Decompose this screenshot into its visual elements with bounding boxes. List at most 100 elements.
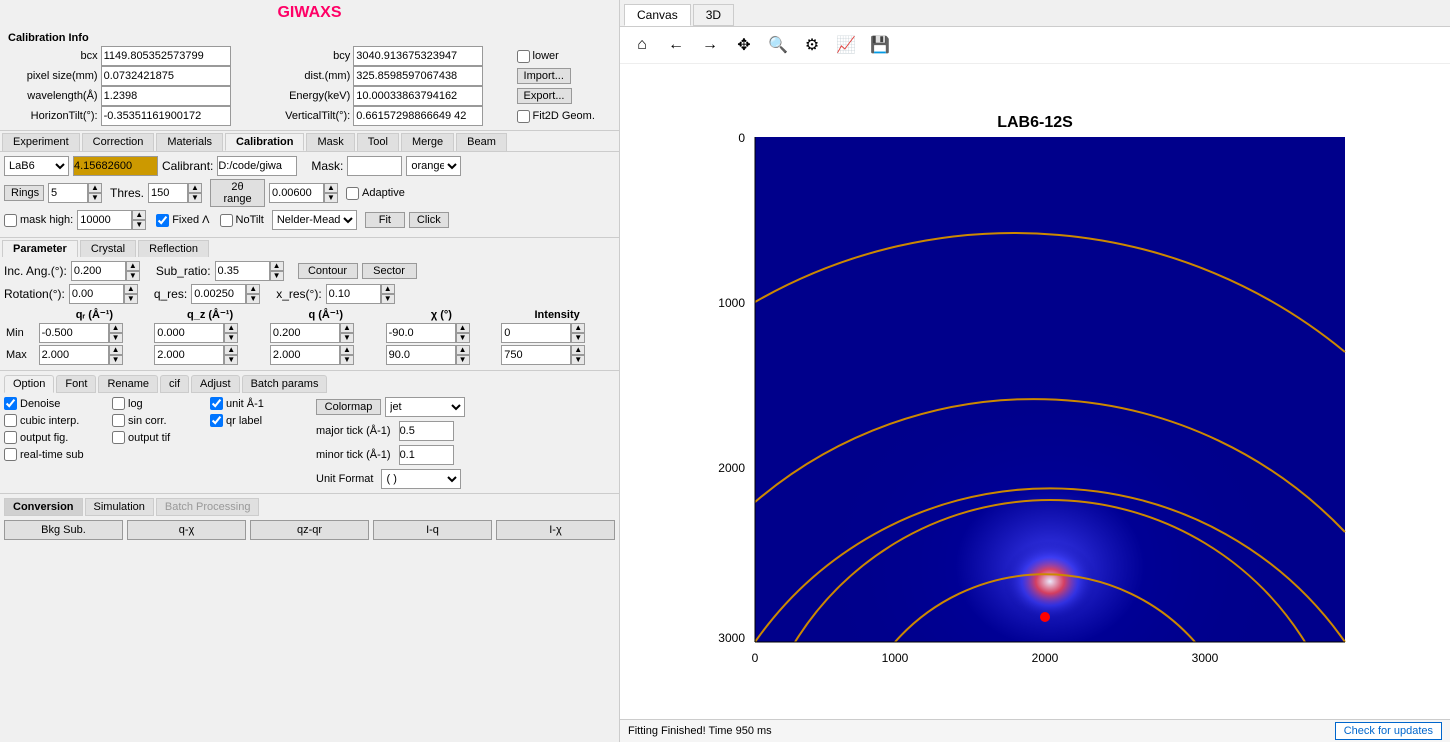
intmin-up[interactable]: ▲ xyxy=(571,323,585,333)
chimax-dn[interactable]: ▼ xyxy=(456,355,470,365)
mask-high-input[interactable] xyxy=(77,210,132,230)
vertical-tilt-input[interactable] xyxy=(353,106,483,126)
tab-crystal[interactable]: Crystal xyxy=(80,240,136,257)
tab-rename[interactable]: Rename xyxy=(98,375,158,393)
home-button[interactable]: ⌂ xyxy=(628,31,656,59)
range-input[interactable] xyxy=(269,183,324,203)
pixel-size-input[interactable] xyxy=(101,66,231,86)
thres-input[interactable] xyxy=(148,183,188,203)
ia-up[interactable]: ▲ xyxy=(126,261,140,271)
qrmax-up[interactable]: ▲ xyxy=(109,345,123,355)
colormap-button[interactable]: Colormap xyxy=(316,399,381,415)
qzmax-dn[interactable]: ▼ xyxy=(224,355,238,365)
qr-up[interactable]: ▲ xyxy=(246,284,260,294)
sub-ratio-input[interactable] xyxy=(215,261,270,281)
tab-3d[interactable]: 3D xyxy=(693,4,734,26)
denoise-checkbox[interactable] xyxy=(4,397,17,410)
chi-min-input[interactable] xyxy=(386,323,456,343)
lower-checkbox[interactable] xyxy=(517,50,530,63)
rot-up[interactable]: ▲ xyxy=(124,284,138,294)
fixed-lambda-checkbox[interactable] xyxy=(156,214,169,227)
fit2d-checkbox[interactable] xyxy=(517,110,530,123)
qmax-up[interactable]: ▲ xyxy=(340,345,354,355)
tab-font[interactable]: Font xyxy=(56,375,96,393)
plot-button[interactable]: 📈 xyxy=(832,31,860,59)
rings-down[interactable]: ▼ xyxy=(88,193,102,203)
zoom-button[interactable]: 🔍 xyxy=(764,31,792,59)
range-spinbox[interactable]: ▲▼ xyxy=(269,183,338,203)
tab-experiment[interactable]: Experiment xyxy=(2,133,80,151)
import-button[interactable]: Import... xyxy=(517,68,571,84)
rotation-spinbox[interactable]: ▲▼ xyxy=(69,284,138,304)
energy-input[interactable] xyxy=(353,86,483,106)
qr-label-checkbox[interactable] xyxy=(210,414,223,427)
qrmax-dn[interactable]: ▼ xyxy=(109,355,123,365)
adaptive-checkbox-label[interactable]: Adaptive xyxy=(346,187,405,200)
q-min-input[interactable] xyxy=(270,323,340,343)
qmax-dn[interactable]: ▼ xyxy=(340,355,354,365)
notilt-checkbox[interactable] xyxy=(220,214,233,227)
log-checkbox[interactable] xyxy=(112,397,125,410)
tab-reflection[interactable]: Reflection xyxy=(138,240,209,257)
output-tif-checkbox[interactable] xyxy=(112,431,125,444)
pan-button[interactable]: ✥ xyxy=(730,31,758,59)
tab-mask[interactable]: Mask xyxy=(306,133,354,151)
range-down[interactable]: ▼ xyxy=(324,193,338,203)
realtime-checkbox[interactable] xyxy=(4,448,17,461)
q-res-spinbox[interactable]: ▲▼ xyxy=(191,284,260,304)
mask-high-checkbox[interactable] xyxy=(4,214,17,227)
color-input[interactable] xyxy=(73,156,158,176)
unit-label[interactable]: unit Å-1 xyxy=(210,397,300,410)
sr-up[interactable]: ▲ xyxy=(270,261,284,271)
i-q-button[interactable]: I-q xyxy=(373,520,492,540)
mask-input[interactable] xyxy=(347,156,402,176)
intmax-up[interactable]: ▲ xyxy=(571,345,585,355)
range-up[interactable]: ▲ xyxy=(324,183,338,193)
cubic-checkbox[interactable] xyxy=(4,414,17,427)
range-button[interactable]: 2θ range xyxy=(210,179,265,207)
contour-button[interactable]: Contour xyxy=(298,263,358,279)
tab-materials[interactable]: Materials xyxy=(156,133,223,151)
fit-button[interactable]: Fit xyxy=(365,212,405,228)
realtime-label[interactable]: real-time sub xyxy=(4,448,104,461)
chimin-up[interactable]: ▲ xyxy=(456,323,470,333)
x-res-spinbox[interactable]: ▲▼ xyxy=(326,284,395,304)
method-select[interactable]: Nelder-Mead xyxy=(272,210,357,230)
i-x-button[interactable]: I-χ xyxy=(496,520,615,540)
qzmax-up[interactable]: ▲ xyxy=(224,345,238,355)
q-res-input[interactable] xyxy=(191,284,246,304)
bcy-input[interactable] xyxy=(353,46,483,66)
adaptive-checkbox[interactable] xyxy=(346,187,359,200)
lower-checkbox-label[interactable]: lower xyxy=(517,50,615,63)
back-button[interactable]: ← xyxy=(662,31,690,59)
tab-adjust[interactable]: Adjust xyxy=(191,375,240,393)
bcx-input[interactable] xyxy=(101,46,231,66)
mh-up[interactable]: ▲ xyxy=(132,210,146,220)
dist-input[interactable] xyxy=(353,66,483,86)
tab-canvas[interactable]: Canvas xyxy=(624,4,691,26)
tab-calibration[interactable]: Calibration xyxy=(225,133,304,151)
calibrant-path-input[interactable] xyxy=(217,156,297,176)
chimax-up[interactable]: ▲ xyxy=(456,345,470,355)
major-tick-input[interactable] xyxy=(399,421,454,441)
unit-checkbox[interactable] xyxy=(210,397,223,410)
save-button[interactable]: 💾 xyxy=(866,31,894,59)
rings-spinbox[interactable]: ▲▼ xyxy=(48,183,102,203)
xr-down[interactable]: ▼ xyxy=(381,294,395,304)
unit-format-select[interactable]: ( ) xyxy=(381,469,461,489)
denoise-label[interactable]: Denoise xyxy=(4,397,104,410)
qrmin-up[interactable]: ▲ xyxy=(109,323,123,333)
tab-beam[interactable]: Beam xyxy=(456,133,507,151)
sr-down[interactable]: ▼ xyxy=(270,271,284,281)
xr-up[interactable]: ▲ xyxy=(381,284,395,294)
mh-down[interactable]: ▼ xyxy=(132,220,146,230)
int-max-input[interactable] xyxy=(501,345,571,365)
mask-high-checkbox-label[interactable]: mask high: xyxy=(4,214,73,227)
notilt-label[interactable]: NoTilt xyxy=(220,214,264,227)
chimin-dn[interactable]: ▼ xyxy=(456,333,470,343)
intmin-dn[interactable]: ▼ xyxy=(571,333,585,343)
output-fig-checkbox[interactable] xyxy=(4,431,17,444)
rings-button[interactable]: Rings xyxy=(4,185,44,201)
tab-batch-params[interactable]: Batch params xyxy=(242,375,328,393)
tab-batch[interactable]: Batch Processing xyxy=(156,498,260,516)
